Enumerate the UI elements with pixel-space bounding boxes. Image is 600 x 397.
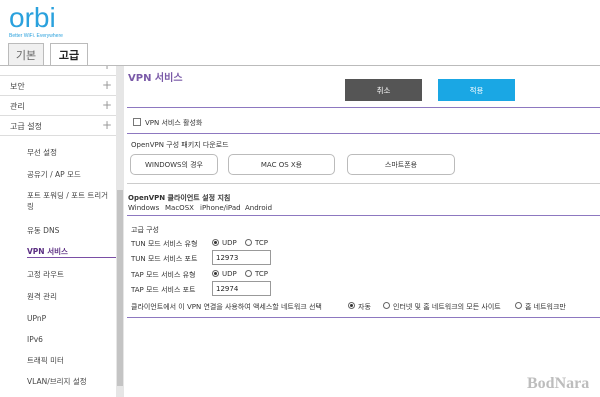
- apply-button[interactable]: 적용: [438, 79, 515, 101]
- tap-udp-label: UDP: [222, 270, 237, 278]
- sidebar-item-wireless[interactable]: 무선 설정: [27, 147, 117, 158]
- download-heading: OpenVPN 구성 패키지 다운로드: [131, 141, 229, 149]
- enable-vpn-label: VPN 서비스 활성화: [145, 119, 203, 127]
- expand-icon: +: [101, 118, 112, 132]
- tun-udp-label: UDP: [222, 239, 237, 247]
- orbi-logo: orbi: [9, 2, 56, 33]
- tap-type-label: TAP 모드 서비스 유형: [131, 271, 196, 279]
- divider: [127, 107, 600, 108]
- sidebar-item-upnp[interactable]: UPnP: [27, 313, 117, 324]
- sidebar-scrollbar-thumb[interactable]: [117, 190, 123, 386]
- sidebar-group-management[interactable]: 관리 +: [0, 96, 116, 116]
- main-panel: VPN 서비스 취소 적용 VPN 서비스 활성화 OpenVPN 구성 패키지…: [127, 66, 600, 397]
- download-macos-button[interactable]: MAC OS X용: [228, 154, 335, 175]
- access-all-sites-label: 인터넷 및 홈 네트워크의 모든 사이트: [393, 303, 501, 311]
- sidebar-item-vlan-bridge[interactable]: VLAN/브리지 설정: [27, 376, 117, 387]
- sidebar-item-port-forwarding[interactable]: 포트 포워딩 / 포트 트리거링: [27, 190, 113, 212]
- client-link-android[interactable]: Android: [245, 204, 272, 212]
- tun-port-label: TUN 모드 서비스 포트: [131, 255, 198, 263]
- sidebar-item-remote-management[interactable]: 원격 관리: [27, 291, 117, 302]
- app-header: orbi Better WiFi. Everywhere 기본 고급: [0, 0, 600, 66]
- client-instructions-heading: OpenVPN 클라이언트 설정 지침: [128, 194, 231, 202]
- page-title: VPN 서비스: [128, 73, 183, 84]
- sidebar-group-advanced-settings[interactable]: 고급 설정 +: [0, 116, 116, 136]
- expand-icon: +: [101, 98, 112, 112]
- sidebar-item-dynamic-dns[interactable]: 유동 DNS: [27, 225, 117, 236]
- watermark-logo: BodNara: [527, 375, 590, 392]
- client-link-iphone[interactable]: iPhone/iPad: [200, 204, 241, 212]
- sidebar-item-ipv6[interactable]: IPv6: [27, 334, 117, 345]
- sidebar-item-static-routes[interactable]: 고정 라우트: [27, 269, 117, 280]
- tap-port-input[interactable]: 12974: [212, 281, 271, 296]
- tap-udp-radio[interactable]: [212, 270, 219, 277]
- tap-tcp-radio[interactable]: [245, 270, 252, 277]
- tun-tcp-radio[interactable]: [245, 239, 252, 246]
- access-home-only-label: 홈 네트워크만: [525, 303, 566, 311]
- tab-advanced[interactable]: 고급: [50, 43, 88, 65]
- active-item-underline: [27, 257, 116, 258]
- client-link-macosx[interactable]: MacOSX: [165, 204, 194, 212]
- divider: [127, 133, 600, 134]
- access-all-sites-radio[interactable]: [383, 302, 390, 309]
- tun-type-label: TUN 모드 서비스 유형: [131, 240, 198, 248]
- sidebar-group-label: 보안: [10, 82, 25, 91]
- expand-icon: +: [101, 78, 112, 92]
- sidebar-group-label: 고급 설정: [10, 122, 42, 131]
- tun-tcp-label: TCP: [255, 239, 268, 247]
- sidebar: + 보안 + 관리 + 고급 설정 + 무선 설정 공유기 / AP 모드 포트…: [0, 66, 126, 397]
- sidebar-group-label: 관리: [10, 102, 25, 111]
- download-smartphone-button[interactable]: 스마트폰용: [347, 154, 455, 175]
- access-home-only-radio[interactable]: [515, 302, 522, 309]
- tun-port-input[interactable]: 12973: [212, 250, 271, 265]
- advanced-config-heading: 고급 구성: [131, 226, 159, 234]
- access-auto-label: 자동: [358, 303, 371, 311]
- sidebar-group-security[interactable]: 보안 +: [0, 76, 116, 96]
- cancel-button[interactable]: 취소: [345, 79, 422, 101]
- sidebar-item-traffic-meter[interactable]: 트래픽 미터: [27, 355, 117, 366]
- divider: [127, 317, 600, 318]
- tun-udp-radio[interactable]: [212, 239, 219, 246]
- tap-port-label: TAP 모드 서비스 포트: [131, 286, 196, 294]
- brand-tagline: Better WiFi. Everywhere: [9, 33, 63, 39]
- tab-basic[interactable]: 기본: [8, 43, 44, 65]
- divider: [127, 183, 600, 184]
- sidebar-item-router-ap-mode[interactable]: 공유기 / AP 모드: [27, 169, 117, 180]
- tap-tcp-label: TCP: [255, 270, 268, 278]
- download-windows-button[interactable]: WINDOWS의 경우: [130, 154, 218, 175]
- expand-icon: +: [102, 66, 112, 72]
- client-link-windows[interactable]: Windows: [128, 204, 159, 212]
- enable-vpn-checkbox[interactable]: [133, 118, 141, 126]
- divider: [127, 215, 600, 216]
- client-access-label: 클라이언트에서 이 VPN 연결을 사용하여 액세스할 네트워크 선택: [131, 303, 322, 311]
- access-auto-radio[interactable]: [348, 302, 355, 309]
- sidebar-item-vpn-service[interactable]: VPN 서비스: [27, 246, 117, 257]
- sidebar-group-hidden: +: [0, 66, 116, 76]
